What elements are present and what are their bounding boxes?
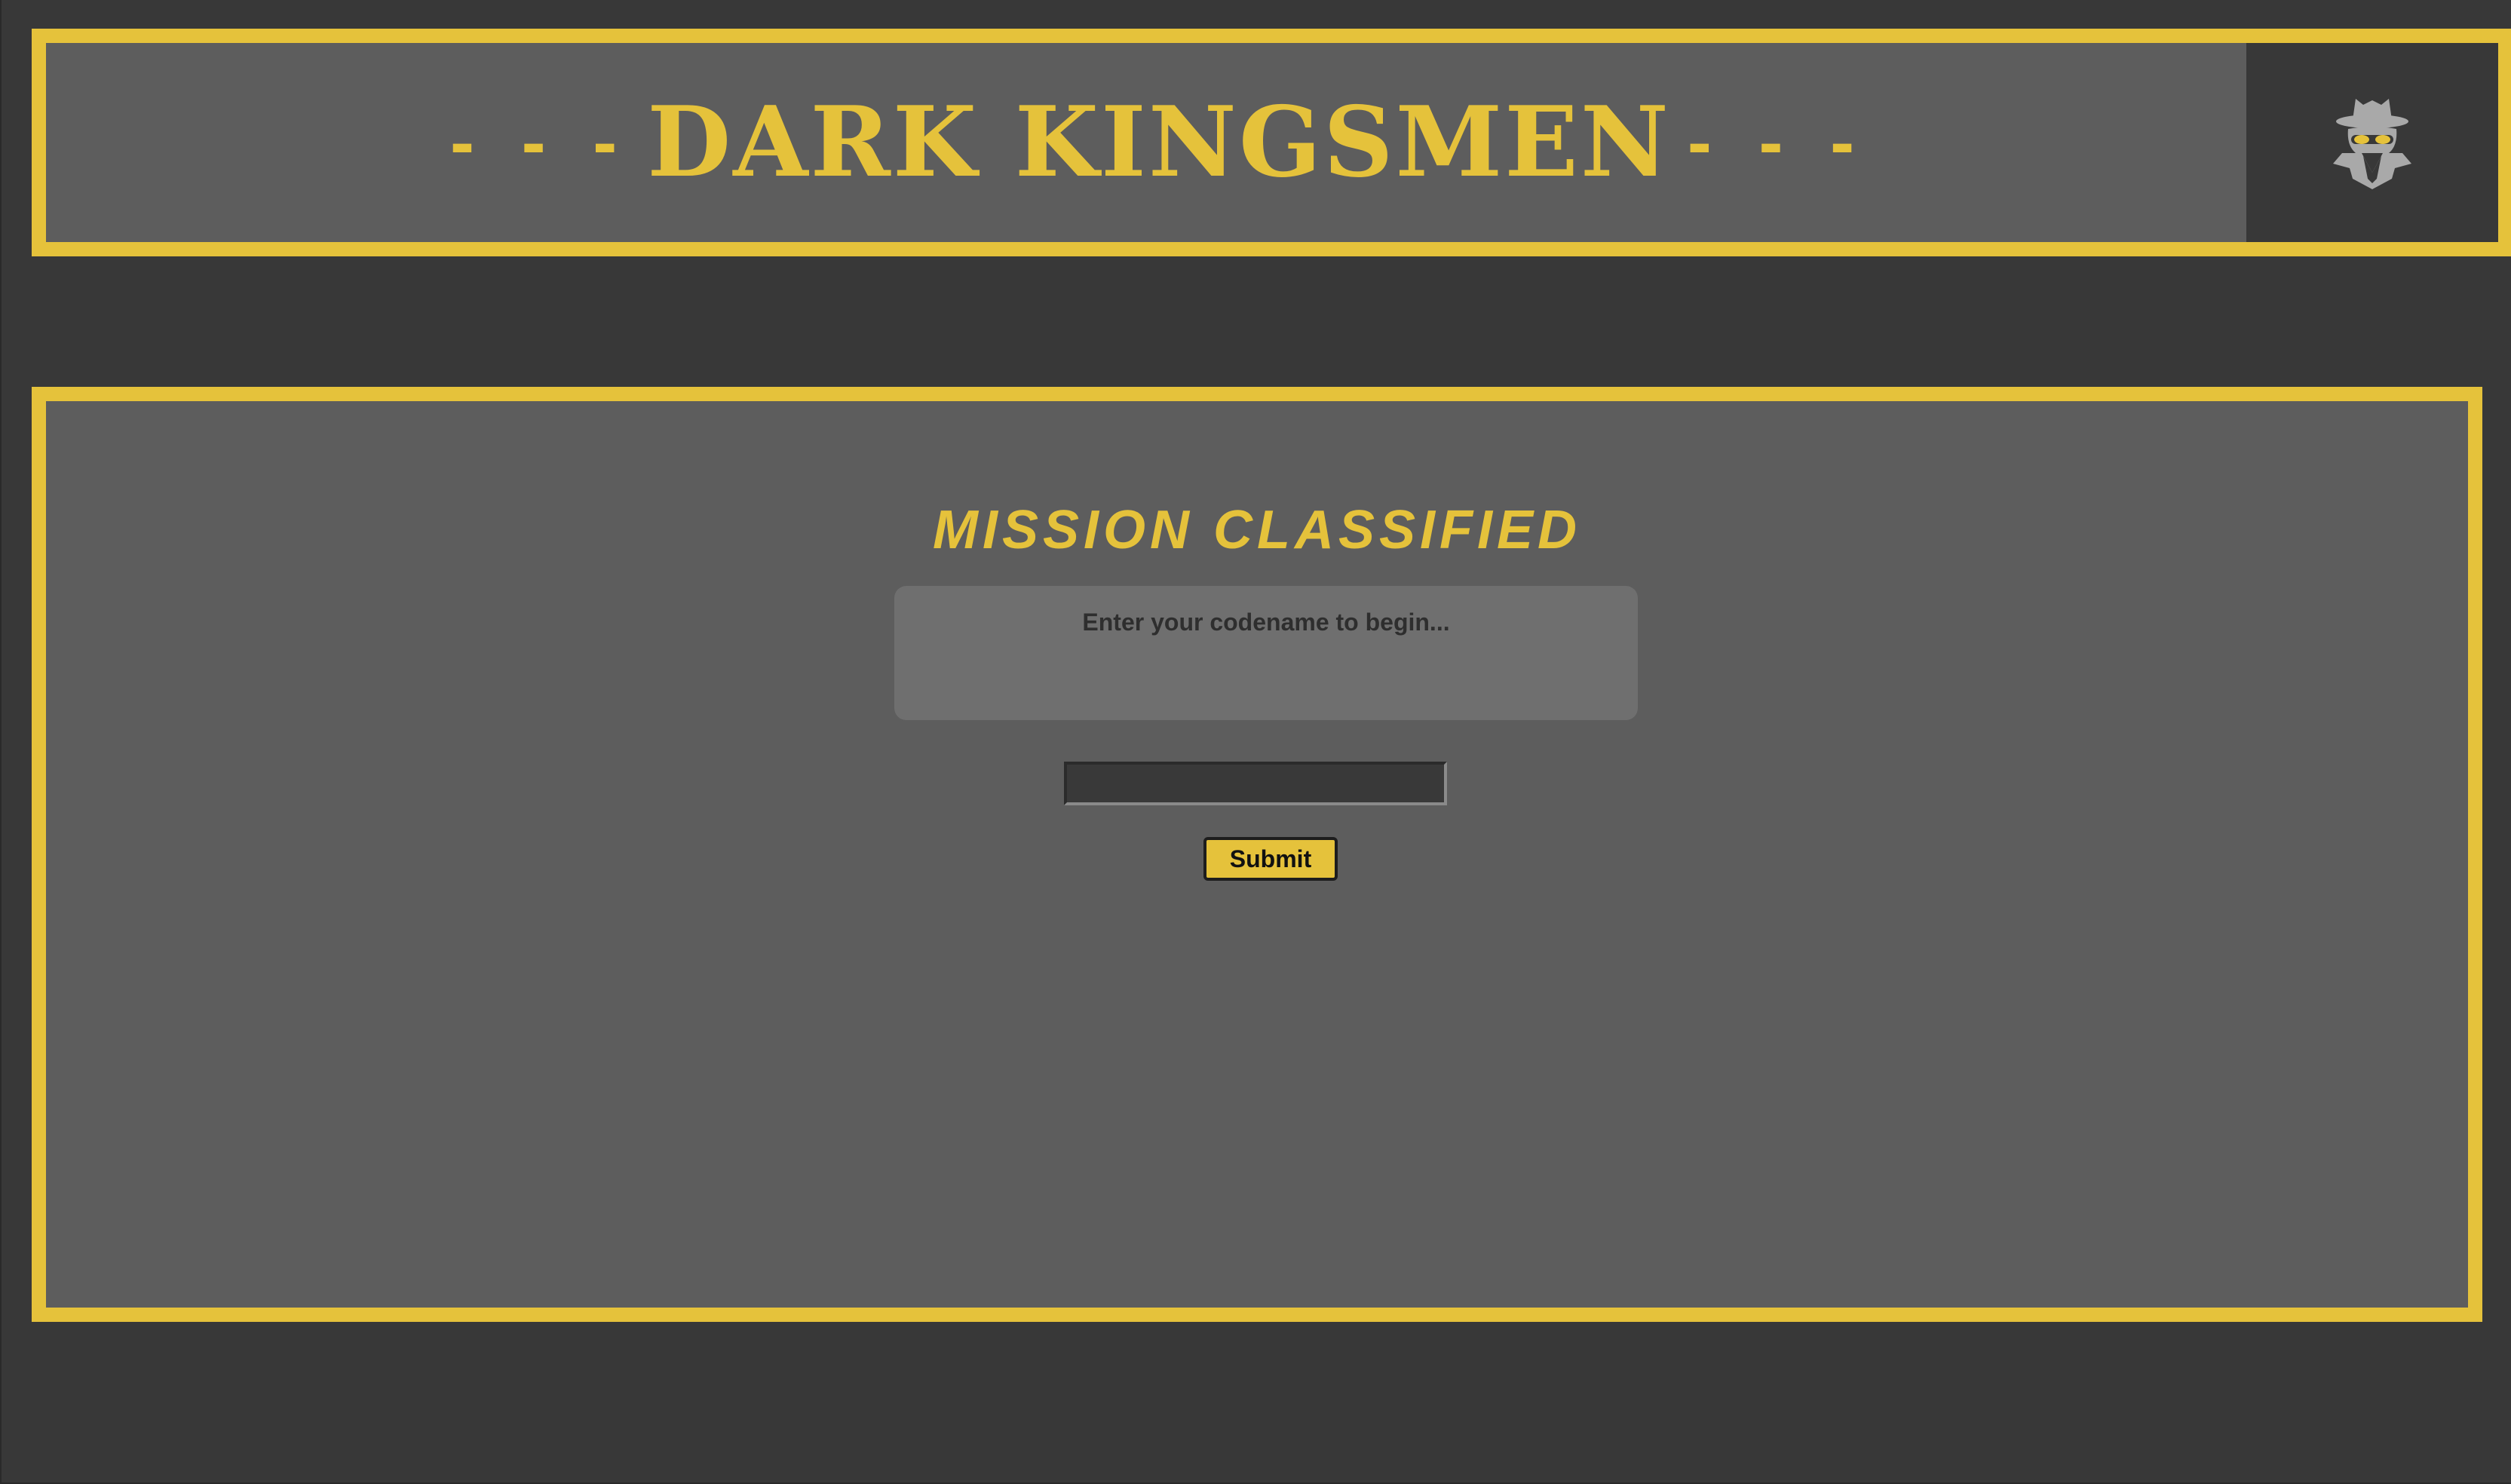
codename-input[interactable] (1064, 762, 1447, 805)
page: - - - DARK KINGSMEN - - - MISSION CLASSI… (0, 0, 2511, 1484)
site-title-text: DARK KINGSMEN (647, 86, 1671, 199)
submit-button[interactable]: Submit (1203, 837, 1338, 881)
title-dashes-right: - - - (1687, 102, 1869, 182)
spy-icon (2333, 99, 2411, 189)
title-dashes-left: - - - (449, 102, 631, 182)
prompt-text: Enter your codename to begin... (1082, 609, 1450, 636)
logo-box (2246, 43, 2498, 242)
prompt-box: Enter your codename to begin... (894, 586, 1638, 720)
mission-title: MISSION CLASSIFIED (932, 500, 1582, 560)
mission-panel: MISSION CLASSIFIED Enter your codename t… (32, 387, 2482, 1322)
header-banner: - - - DARK KINGSMEN - - - (32, 29, 2511, 256)
site-title: - - - DARK KINGSMEN - - - (46, 43, 2272, 242)
